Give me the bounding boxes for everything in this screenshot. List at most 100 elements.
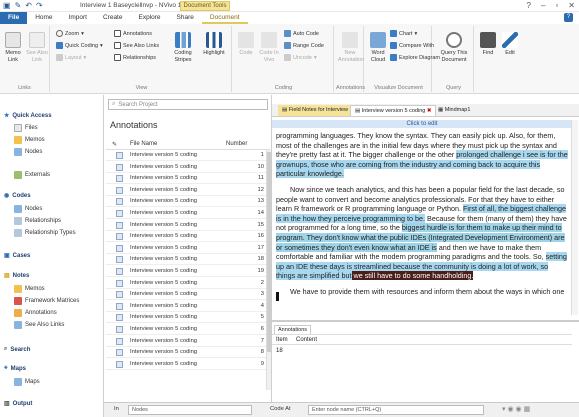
nav-maps-item[interactable]: Maps <box>14 378 40 386</box>
list-item[interactable]: Interview version 5 coding 1 <box>106 150 266 161</box>
list-item[interactable]: Interview version 5 coding 5 <box>106 312 266 324</box>
code-in-vivo-button[interactable]: Code In Vivo <box>258 32 280 63</box>
tab-file[interactable]: File <box>0 12 28 24</box>
nav-see-also-links[interactable]: See Also Links <box>14 321 64 329</box>
in-dropdown[interactable]: Nodes <box>128 405 252 415</box>
redo-icon[interactable]: ↷ <box>36 1 43 10</box>
column-content[interactable]: Content <box>296 337 317 343</box>
nav-search[interactable]: ⌕ Search <box>4 346 30 353</box>
close-tab-icon[interactable]: ✖ <box>427 108 432 114</box>
find-button[interactable]: Find <box>478 32 498 57</box>
minimize-icon[interactable]: – <box>541 1 545 10</box>
list-item[interactable]: Interview version 5 coding 3 <box>106 289 266 301</box>
node-name-input[interactable]: Enter node name (CTRL+Q) <box>308 405 484 415</box>
nav-framework-matrices[interactable]: Framework Matrices <box>14 297 79 305</box>
undo-icon[interactable]: ↶ <box>25 1 32 10</box>
nav-output[interactable]: ▥ Output <box>4 400 32 408</box>
list-item[interactable]: Interview version 5 coding 2 <box>106 278 266 289</box>
nav-cases[interactable]: ▣ Cases <box>4 252 30 260</box>
nav-notes-memos[interactable]: Memos <box>14 285 45 293</box>
code-button[interactable]: Code <box>236 32 256 57</box>
uncode-button[interactable]: Uncode ▾ <box>284 54 317 61</box>
tab-document[interactable]: Document <box>201 12 248 24</box>
new-annotation-button[interactable]: New Annotation <box>338 32 364 63</box>
help-icon[interactable]: ? <box>527 1 531 10</box>
query-this-document-button[interactable]: Query This Document <box>436 32 472 63</box>
relationships-toggle[interactable]: Relationships <box>114 54 156 61</box>
nav-quick-access[interactable]: ★ Quick Access <box>4 112 52 120</box>
list-scrollbar[interactable] <box>266 150 272 390</box>
nav-annotations[interactable]: Annotations <box>14 309 57 317</box>
explore-diagram-button[interactable]: Explore Diagram <box>390 54 440 61</box>
list-item[interactable]: Interview version 5 coding 18 <box>106 254 266 266</box>
document-icon <box>116 175 123 183</box>
annotation-row[interactable]: 18 <box>272 346 572 357</box>
nav-codes[interactable]: ◉ Codes <box>4 192 31 200</box>
nav-nodes[interactable]: Nodes <box>14 148 42 156</box>
tab-home[interactable]: Home <box>27 12 60 24</box>
column-number[interactable]: Number <box>226 141 247 147</box>
nav-memos[interactable]: Memos <box>14 136 45 144</box>
highlight-button[interactable]: Highlight <box>200 32 228 57</box>
maximize-icon[interactable]: ▫ <box>555 1 558 10</box>
search-input[interactable]: ⌕ Search Project <box>108 99 268 110</box>
quick-coding-button[interactable]: Quick Coding ▾ <box>56 42 103 49</box>
nav-notes[interactable]: ▤ Notes <box>4 272 29 280</box>
type-column-icon[interactable]: ✎ <box>112 141 117 148</box>
layout-button[interactable]: Layout ▾ <box>56 54 86 61</box>
nav-relationship-types[interactable]: Relationship Types <box>14 229 76 237</box>
list-item[interactable]: Interview version 5 coding 12 <box>106 185 266 196</box>
tab-create[interactable]: Create <box>95 12 131 24</box>
annotations-panel-tab[interactable]: Annotations <box>274 325 312 334</box>
chart-button[interactable]: Chart ▾ <box>390 30 417 37</box>
range-code-button[interactable]: Range Code <box>284 42 324 49</box>
see-also-links-toggle[interactable]: See Also Links <box>114 42 159 49</box>
auto-code-button[interactable]: Auto Code <box>284 30 319 37</box>
edit-button[interactable]: Edit <box>500 32 520 57</box>
close-icon[interactable]: ✕ <box>568 1 575 10</box>
memo-link-button[interactable]: Memo Link <box>2 32 24 63</box>
nav-externals[interactable]: Externals <box>14 171 50 179</box>
list-item[interactable]: Interview version 5 coding 10 <box>106 162 266 173</box>
nav-files[interactable]: Files <box>14 124 38 132</box>
see-also-link-button[interactable]: See Also Link <box>25 32 49 63</box>
column-file-name[interactable]: File Name <box>130 141 157 147</box>
column-item[interactable]: Item <box>276 337 288 343</box>
list-item[interactable]: Interview version 5 coding 17 <box>106 243 266 254</box>
tab-import[interactable]: Import <box>61 12 95 24</box>
document-scrollbar[interactable] <box>571 120 578 315</box>
list-item[interactable]: Interview version 5 coding 7 <box>106 336 266 347</box>
compare-with-button[interactable]: Compare With <box>390 42 434 49</box>
code-actions-icon[interactable]: ▾ ◉ ◉ ▦ <box>502 405 530 413</box>
nav-codes-nodes[interactable]: Nodes <box>14 205 42 213</box>
list-item[interactable]: Interview version 5 coding 15 <box>106 220 266 231</box>
pane-splitter[interactable] <box>272 320 579 322</box>
list-item[interactable]: Interview version 5 coding 11 <box>106 173 266 185</box>
nav-maps[interactable]: ⚹ Maps <box>4 365 26 372</box>
list-item[interactable]: Interview version 5 coding 9 <box>106 359 266 370</box>
list-item[interactable]: Interview version 5 coding 8 <box>106 347 266 359</box>
document-text[interactable]: programming languages. They know the syn… <box>276 131 568 321</box>
edit-icon[interactable]: ✎ <box>15 1 22 10</box>
zoom-button[interactable]: Zoom ▾ <box>56 30 84 37</box>
list-item[interactable]: Interview version 5 coding 19 <box>106 266 266 277</box>
word-cloud-button[interactable]: Word Cloud <box>368 32 388 63</box>
doc-tab-field-notes[interactable]: ▤ Field Notes for Interview <box>278 105 353 116</box>
help-button[interactable]: ? <box>564 13 573 22</box>
list-item[interactable]: Interview version 5 coding 13 <box>106 196 266 208</box>
save-icon[interactable]: ▣ <box>3 1 11 10</box>
doc-tab-mindmap[interactable]: ▦ Mindmap1 <box>434 105 474 116</box>
annotations-toggle[interactable]: Annotations <box>114 30 152 37</box>
coding-stripes-button[interactable]: Coding Stripes <box>170 32 196 63</box>
list-item-file-name: Interview version 5 coding <box>130 210 198 216</box>
search-icon: ⌕ <box>112 101 116 107</box>
list-item[interactable]: Interview version 5 coding 4 <box>106 301 266 312</box>
list-item[interactable]: Interview version 5 coding 6 <box>106 324 266 335</box>
list-item[interactable]: Interview version 5 coding 16 <box>106 231 266 243</box>
nav-relationships[interactable]: Relationships <box>14 217 61 225</box>
list-item[interactable]: Interview version 5 coding 14 <box>106 208 266 219</box>
tab-explore[interactable]: Explore <box>130 12 168 24</box>
doc-tab-interview[interactable]: ▤ Interview version 5 coding ✖ <box>350 105 437 116</box>
tab-share[interactable]: Share <box>169 12 202 24</box>
click-to-edit-bar[interactable]: Click to edit <box>272 120 572 128</box>
